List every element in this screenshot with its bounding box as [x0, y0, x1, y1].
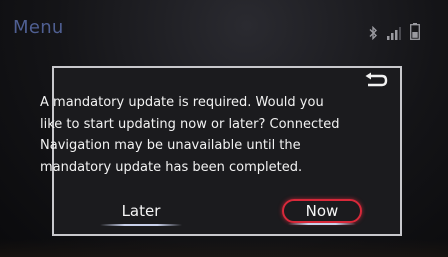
later-button[interactable]: Later — [100, 199, 182, 226]
later-button-label: Later — [121, 202, 161, 220]
screen: Menu A mandatory update is required. Wou… — [0, 0, 448, 257]
back-button[interactable] — [360, 72, 390, 94]
now-button[interactable]: Now — [282, 199, 362, 225]
battery-icon — [410, 23, 420, 40]
bluetooth-icon — [369, 26, 378, 40]
signal-icon — [387, 27, 401, 40]
page-title: Menu — [13, 17, 64, 38]
now-button-label: Now — [305, 202, 339, 220]
top-bar: Menu — [0, 0, 448, 44]
back-arrow-icon — [362, 72, 388, 94]
now-button-underline — [288, 223, 356, 225]
dialog-message: A mandatory update is required. Would yo… — [40, 95, 340, 175]
later-button-underline — [100, 224, 182, 226]
status-icons — [369, 22, 420, 40]
bottom-edge — [0, 239, 448, 257]
